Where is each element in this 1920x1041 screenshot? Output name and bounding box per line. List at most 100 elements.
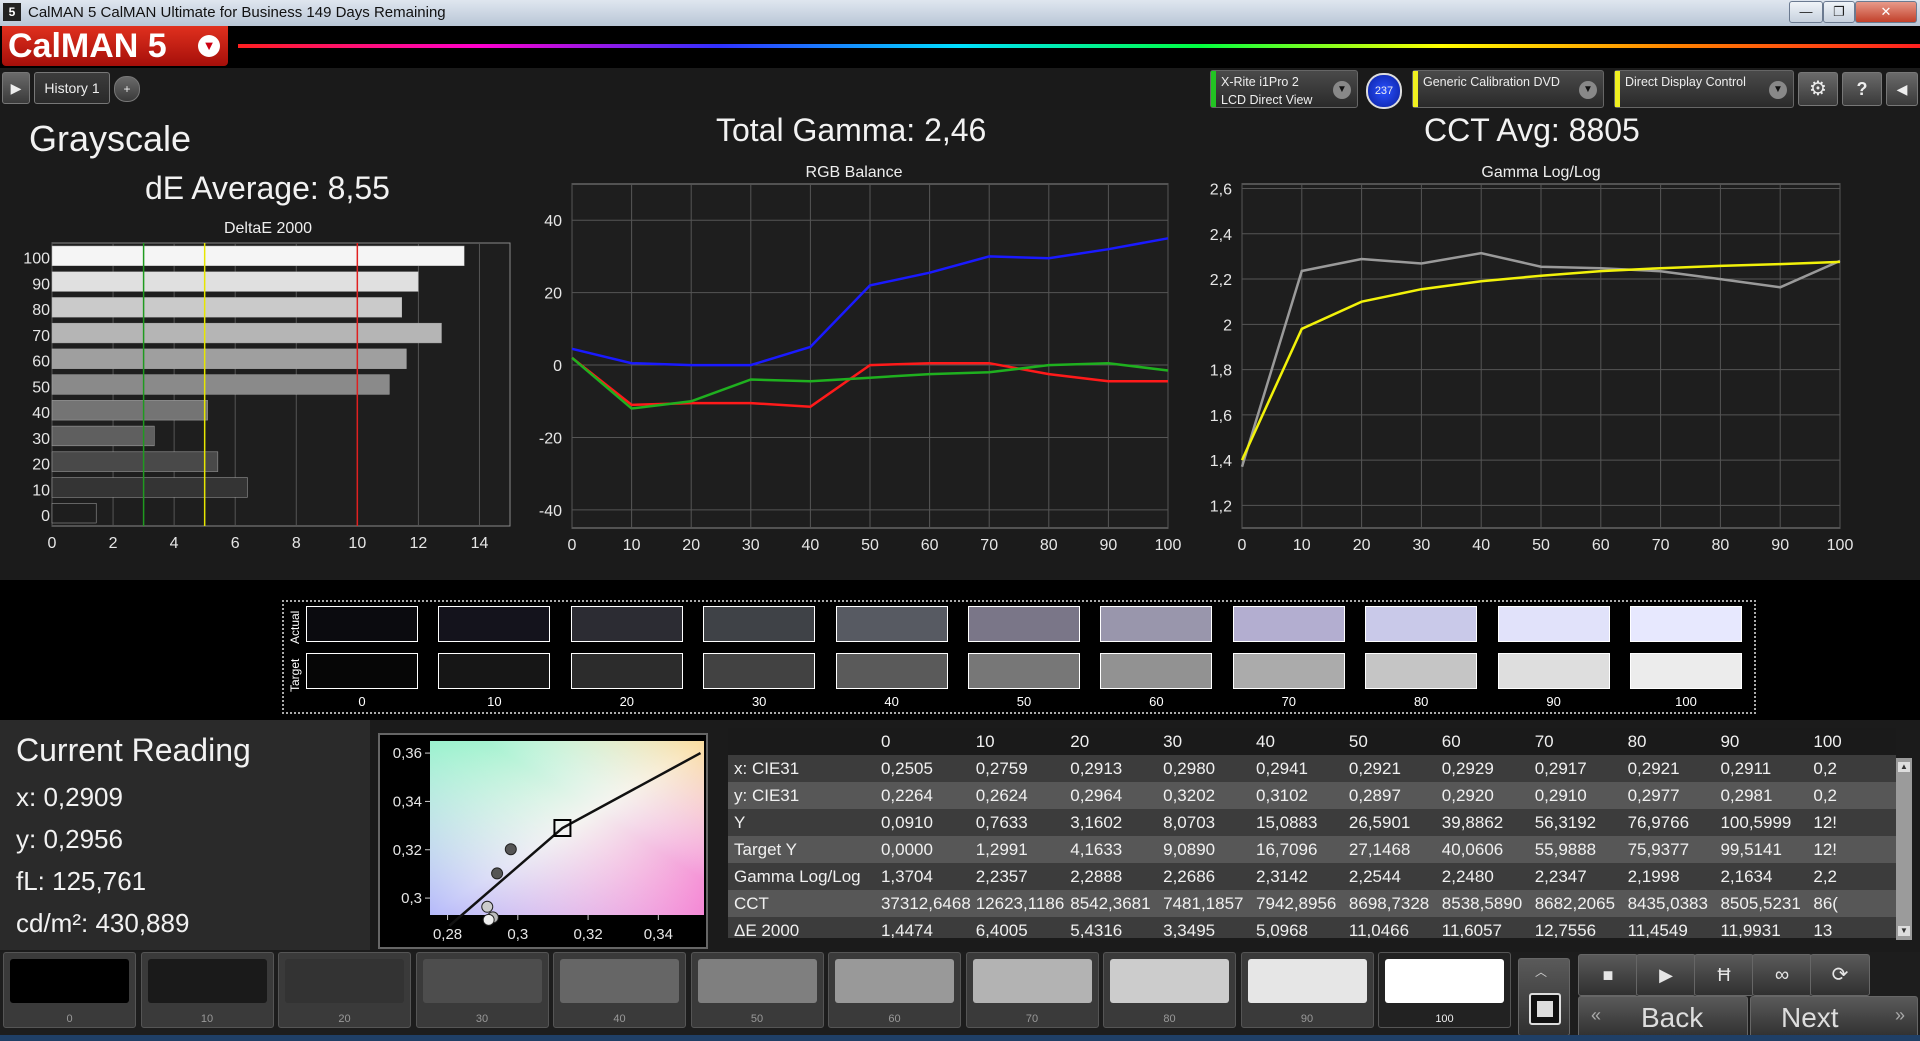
- patch-color: [1110, 959, 1229, 1003]
- actual-swatch: [1100, 606, 1213, 642]
- table-cell: 99,5141: [1720, 836, 1814, 863]
- table-cell: 55,9888: [1534, 836, 1628, 863]
- y-tick-label: 2: [1223, 317, 1232, 334]
- minimize-button[interactable]: —: [1789, 1, 1823, 23]
- tab-history-1[interactable]: History 1: [34, 72, 110, 104]
- table-scrollbar[interactable]: ▲ ▼: [1896, 758, 1912, 940]
- row-label: Target Y: [728, 836, 881, 863]
- table-row[interactable]: CCT 37312,6468 12623,1186 8542,3681 7481,185…: [728, 890, 1896, 917]
- patch-button-30[interactable]: 30: [415, 952, 549, 1028]
- table-row[interactable]: Y 0,0910 0,7633 3,1602 8,0703 15,0883 26,5901 3…: [728, 809, 1896, 836]
- column-header: 70: [1534, 728, 1628, 755]
- y-tick-label: 0,36: [393, 745, 422, 762]
- logo-text: CalMAN 5: [8, 27, 167, 65]
- patch-button-60[interactable]: 60: [828, 952, 961, 1028]
- x-tick-label: 0: [1238, 537, 1247, 554]
- table-cell: 12!: [1813, 836, 1896, 863]
- back-button[interactable]: « Back: [1578, 996, 1748, 1038]
- scroll-down-icon[interactable]: ▼: [1898, 926, 1910, 936]
- refresh-button[interactable]: ⟳: [1810, 954, 1870, 996]
- restore-button[interactable]: ❐: [1823, 1, 1855, 23]
- x-tick-label: 30: [742, 537, 760, 554]
- close-button[interactable]: ✕: [1855, 1, 1917, 23]
- table-cell: 8435,0383: [1627, 890, 1721, 917]
- patch-up-down[interactable]: ︿: [1518, 958, 1570, 1036]
- scroll-up-icon[interactable]: ▲: [1898, 762, 1910, 772]
- x-tick-label: 0,3: [507, 926, 528, 943]
- source-selector[interactable]: Generic Calibration DVD ▼: [1412, 70, 1604, 108]
- table-cell: 2,3142: [1256, 863, 1349, 890]
- patch-button-90[interactable]: 90: [1240, 952, 1374, 1028]
- stop-button[interactable]: ■: [1578, 954, 1638, 996]
- table-cell: 2,1998: [1627, 863, 1721, 890]
- swatch-label: 100: [1675, 694, 1697, 709]
- display-selector[interactable]: Direct Display Control ▼: [1614, 70, 1794, 108]
- play-icon[interactable]: ▶: [2, 72, 30, 104]
- y-tick-label: 2,6: [1210, 182, 1232, 199]
- hold-icon: Ħ: [1717, 965, 1731, 985]
- meter-badge[interactable]: 237: [1366, 73, 1402, 109]
- device-status-bar: [1211, 71, 1216, 107]
- chevron-down-icon: ▼: [1579, 81, 1597, 99]
- patch-label: 60: [888, 1013, 901, 1025]
- actual-swatch: [1630, 606, 1742, 642]
- x-tick-label: 30: [1413, 537, 1431, 554]
- calman-logo-menu[interactable]: CalMAN 5 ▼: [2, 26, 228, 66]
- window-titlebar: 5 CalMAN 5 CalMAN Ultimate for Business …: [0, 0, 1920, 26]
- table-cell: 11,4549: [1627, 917, 1721, 938]
- meter-selector[interactable]: X-Rite i1Pro 2 LCD Direct View ▼: [1210, 70, 1358, 108]
- y-tick-label: 60: [32, 354, 50, 371]
- x-tick-label: 0,32: [573, 926, 602, 943]
- help-button[interactable]: ?: [1842, 72, 1882, 106]
- patch-button-0[interactable]: 0: [3, 952, 136, 1028]
- collapse-icon[interactable]: ◀: [1886, 72, 1918, 106]
- table-row[interactable]: Gamma Log/Log 1,3704 2,2357 2,2888 2,2686 2,3…: [728, 863, 1896, 890]
- next-button[interactable]: Next »: [1750, 996, 1918, 1038]
- app-icon: 5: [3, 3, 21, 21]
- hold-button[interactable]: Ħ: [1694, 954, 1754, 996]
- deltae-bar: [51, 348, 407, 369]
- x-tick-label: 40: [1472, 537, 1490, 554]
- continuous-button[interactable]: ∞: [1752, 954, 1812, 996]
- actual-row-label: Actual: [288, 610, 302, 644]
- x-tick-label: 20: [682, 537, 700, 554]
- gear-icon[interactable]: ⚙: [1798, 72, 1838, 106]
- table-row[interactable]: Target Y 0,0000 1,2991 4,1633 9,0890 16,7096 2…: [728, 836, 1896, 863]
- y-tick-label: 0: [553, 358, 562, 375]
- patch-button-10[interactable]: 10: [140, 952, 274, 1028]
- patch-label: 20: [338, 1013, 351, 1025]
- table-row[interactable]: ΔE 2000 1,4474 6,4005 5,4316 3,3495 5,0968 11,…: [728, 917, 1896, 938]
- column-header: 10: [975, 728, 1071, 755]
- table-row[interactable]: y: CIE31 0,2264 0,2624 0,2964 0,3202 0,3102 0,…: [728, 782, 1896, 809]
- add-tab-button[interactable]: +: [114, 76, 140, 102]
- patch-label: 90: [1300, 1013, 1314, 1025]
- patch-button-100[interactable]: 100: [1378, 952, 1511, 1028]
- actual-swatch: [703, 606, 816, 642]
- reading-cdm2: cd/m²: 430,889: [16, 908, 190, 938]
- x-tick-label: 40: [802, 537, 820, 554]
- y-tick-label: 0,32: [393, 842, 422, 859]
- reading-y: y: 0,2956: [16, 824, 123, 854]
- patch-button-40[interactable]: 40: [553, 952, 686, 1028]
- target-swatch: [968, 653, 1080, 689]
- table-row[interactable]: x: CIE31 0,2505 0,2759 0,2913 0,2980 0,2941 0,…: [728, 755, 1896, 782]
- x-tick-label: 0,34: [644, 926, 673, 943]
- de-average: dE Average: 8,55: [145, 170, 390, 206]
- x-tick-label: 0,28: [433, 926, 462, 943]
- table-cell: 0,3202: [1163, 782, 1257, 809]
- swatch-panel: Actual Target 0 10 20 30 40 50 60 70 80 90 100: [282, 600, 1756, 714]
- y-tick-label: 40: [32, 405, 50, 422]
- measurement-point: [481, 900, 494, 913]
- patch-button-50[interactable]: 50: [690, 952, 824, 1028]
- patch-label: 0: [66, 1013, 73, 1025]
- deltae-bar: [51, 451, 219, 472]
- chevron-left-icon: «: [1591, 1005, 1602, 1025]
- patch-color: [147, 959, 267, 1003]
- device-status-bar: [1413, 71, 1418, 107]
- patch-button-70[interactable]: 70: [965, 952, 1099, 1028]
- patch-button-80[interactable]: 80: [1103, 952, 1236, 1028]
- play-button[interactable]: ▶: [1636, 954, 1696, 996]
- patch-button-20[interactable]: 20: [278, 952, 411, 1028]
- table-cell: 5,4316: [1070, 917, 1164, 938]
- table-cell: 13: [1813, 917, 1896, 938]
